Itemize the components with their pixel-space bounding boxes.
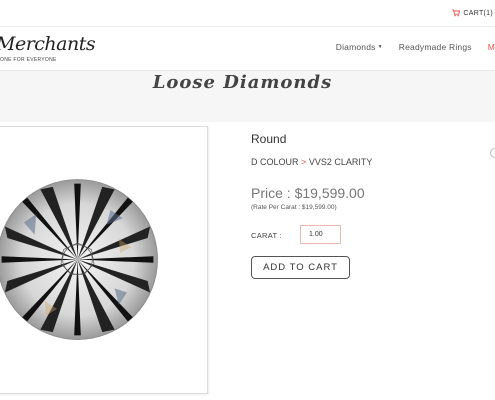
product-price: Price : $19,599.00 <box>251 185 365 201</box>
brand-name: Merchants <box>0 33 96 55</box>
main-navbar: Merchants ONE FOR EVERYONE Diamonds ▼ Re… <box>0 27 495 71</box>
product-spec: D COLOUR > VVS2 CLARITY <box>251 157 372 167</box>
top-bar: CART(1) <box>0 0 495 27</box>
spec-separator: > <box>301 157 307 167</box>
cart-link[interactable]: CART(1) <box>452 9 493 17</box>
rate-per-carat: (Rate Per Carat : $19,599.00) <box>251 204 337 211</box>
carat-input[interactable] <box>300 225 341 244</box>
brand-logo[interactable]: Merchants ONE FOR EVERYONE <box>0 33 96 63</box>
cart-icon <box>452 9 461 17</box>
add-to-cart-button[interactable]: ADD TO CART <box>251 256 350 279</box>
brand-tagline: ONE FOR EVERYONE <box>0 57 57 63</box>
caret-down-icon: ▼ <box>377 44 383 50</box>
clarity-grade: VVS2 CLARITY <box>308 157 373 167</box>
nav-item-label: Diamonds <box>335 42 376 52</box>
partial-circle-icon[interactable] <box>490 148 495 158</box>
colour-grade: D COLOUR <box>251 157 299 167</box>
nav-item-diamonds[interactable]: Diamonds ▼ <box>336 42 383 52</box>
cart-label[interactable]: CART(1) <box>463 10 493 17</box>
page-title: Loose Diamonds <box>152 72 333 93</box>
nav-item-readymade-rings[interactable]: Readymade Rings <box>399 42 472 52</box>
nav-item-label: Readymade Rings <box>398 42 472 52</box>
carat-label: CARAT : <box>251 231 282 240</box>
product-image-frame <box>0 126 208 394</box>
nav-menu: Diamonds ▼ Readymade Rings M <box>320 42 495 52</box>
nav-item-truncated[interactable]: M <box>488 42 495 52</box>
product-details: Round D COLOUR > VVS2 CLARITY Price : $1… <box>251 132 372 279</box>
round-diamond-image <box>0 179 158 340</box>
product-shape: Round <box>251 132 287 146</box>
